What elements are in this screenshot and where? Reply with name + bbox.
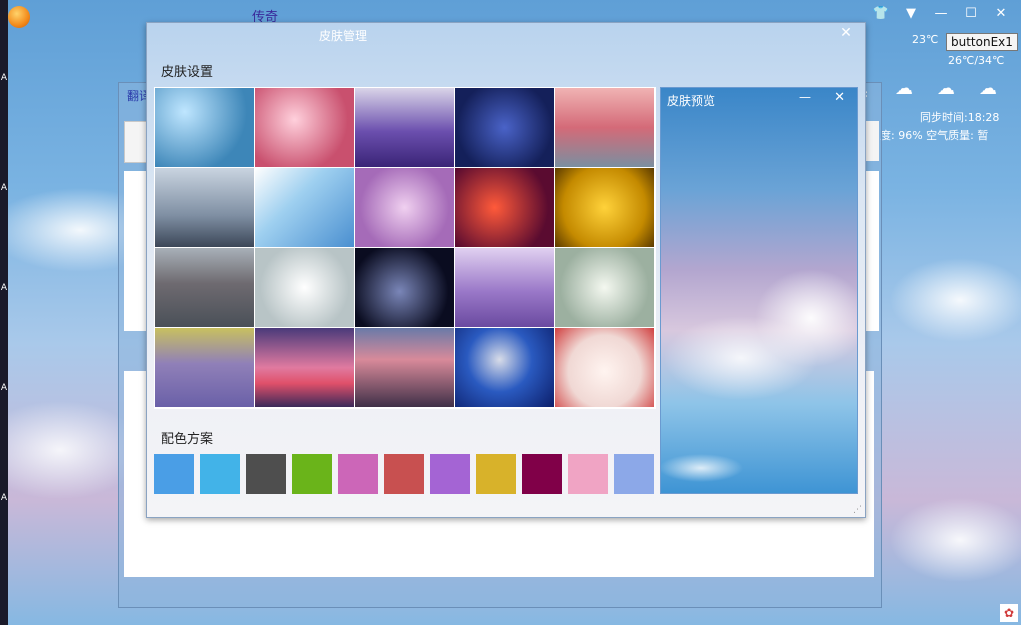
color-swatch[interactable]	[568, 454, 608, 494]
main-title-controls: 👕 ▼ — ☐ ✕	[866, 4, 1016, 24]
left-taskbar: A A A A A	[0, 0, 8, 625]
skin-tile-blue-mask[interactable]	[455, 328, 554, 407]
skin-tile-red-bokeh[interactable]	[455, 168, 554, 247]
skin-tile-purple-flowers-field[interactable]	[155, 328, 254, 407]
taskbar-item[interactable]: A	[0, 380, 8, 396]
skin-tile-dark-planet[interactable]	[355, 248, 454, 327]
taskbar-item[interactable]: A	[0, 490, 8, 506]
skin-manager-dialog: 皮肤管理 ✕ 皮肤设置 配色方案 皮肤预览 — ✕ ⋰	[146, 22, 866, 518]
color-swatch[interactable]	[384, 454, 424, 494]
color-swatch[interactable]	[430, 454, 470, 494]
color-swatch[interactable]	[338, 454, 378, 494]
skin-tile-cloud-sea[interactable]	[155, 168, 254, 247]
color-swatch[interactable]	[522, 454, 562, 494]
color-swatch[interactable]	[476, 454, 516, 494]
close-icon[interactable]: ✕	[834, 90, 845, 105]
skin-tile-lilac-flowers[interactable]	[355, 168, 454, 247]
weather-temp-range: 26℃/34℃	[948, 54, 1005, 67]
skin-tile-lighthouse-sunset[interactable]	[255, 328, 354, 407]
color-swatches	[154, 454, 654, 494]
skin-tile-pink-forest[interactable]	[555, 88, 654, 167]
taskbar-item[interactable]: A	[0, 180, 8, 196]
close-icon[interactable]: ✕	[833, 23, 859, 43]
taskbar-item[interactable]: A	[0, 70, 8, 86]
sync-time: 同步时间:18:28	[920, 111, 1000, 124]
color-scheme-heading: 配色方案	[161, 432, 214, 447]
weather-forecast-icons: ☁ ☁ ☁	[888, 78, 1004, 100]
skin-tile-white-splash[interactable]	[255, 248, 354, 327]
skin-tile-sunflowers[interactable]	[555, 168, 654, 247]
skin-tile-grid	[154, 87, 656, 409]
skin-preview-window: 皮肤预览 — ✕	[660, 87, 858, 494]
taskbar-item[interactable]: A	[0, 280, 8, 296]
tooltip: buttonEx1	[946, 33, 1018, 51]
skin-tile-rainbow-sky[interactable]	[255, 168, 354, 247]
color-swatch[interactable]	[292, 454, 332, 494]
skin-preview-title: 皮肤预览	[667, 94, 716, 108]
skin-tile-strawberry-cake[interactable]	[555, 328, 654, 407]
skin-tile-beach-sunset[interactable]	[355, 328, 454, 407]
cloud-sun-icon: ☁	[979, 78, 997, 99]
skin-settings-heading: 皮肤设置	[161, 65, 214, 80]
skin-tile-calm-lake[interactable]	[155, 248, 254, 327]
color-swatch[interactable]	[200, 454, 240, 494]
skin-tile-blueberries[interactable]	[455, 88, 554, 167]
skin-icon[interactable]: 👕	[866, 4, 896, 24]
close-button[interactable]: ✕	[986, 4, 1016, 24]
skin-tile-pink-blossoms[interactable]	[255, 88, 354, 167]
skin-tile-daisies[interactable]	[555, 248, 654, 327]
minimize-icon[interactable]: —	[799, 90, 811, 104]
maximize-button[interactable]: ☐	[956, 4, 986, 24]
humidity-air-quality: 度: 96% 空气质量: 暂	[880, 129, 989, 142]
skin-tile-lavender-field[interactable]	[355, 88, 454, 167]
weather-current-temp: 23℃	[912, 33, 939, 46]
skin-manager-title: 皮肤管理	[319, 29, 368, 43]
skin-tile-blue-bokeh[interactable]	[155, 88, 254, 167]
color-swatch[interactable]	[614, 454, 654, 494]
color-swatch[interactable]	[154, 454, 194, 494]
minimize-button[interactable]: —	[926, 4, 956, 24]
paw-icon[interactable]: ✿	[1000, 604, 1018, 622]
cloud-sun-icon: ☁	[895, 78, 913, 99]
menu-dropdown-icon[interactable]: ▼	[896, 4, 926, 24]
app-logo-icon	[8, 6, 30, 28]
color-swatch[interactable]	[246, 454, 286, 494]
skin-tile-purple-trees[interactable]	[455, 248, 554, 327]
resize-grip-icon[interactable]: ⋰	[853, 505, 863, 515]
cloud-sun-icon: ☁	[937, 78, 955, 99]
